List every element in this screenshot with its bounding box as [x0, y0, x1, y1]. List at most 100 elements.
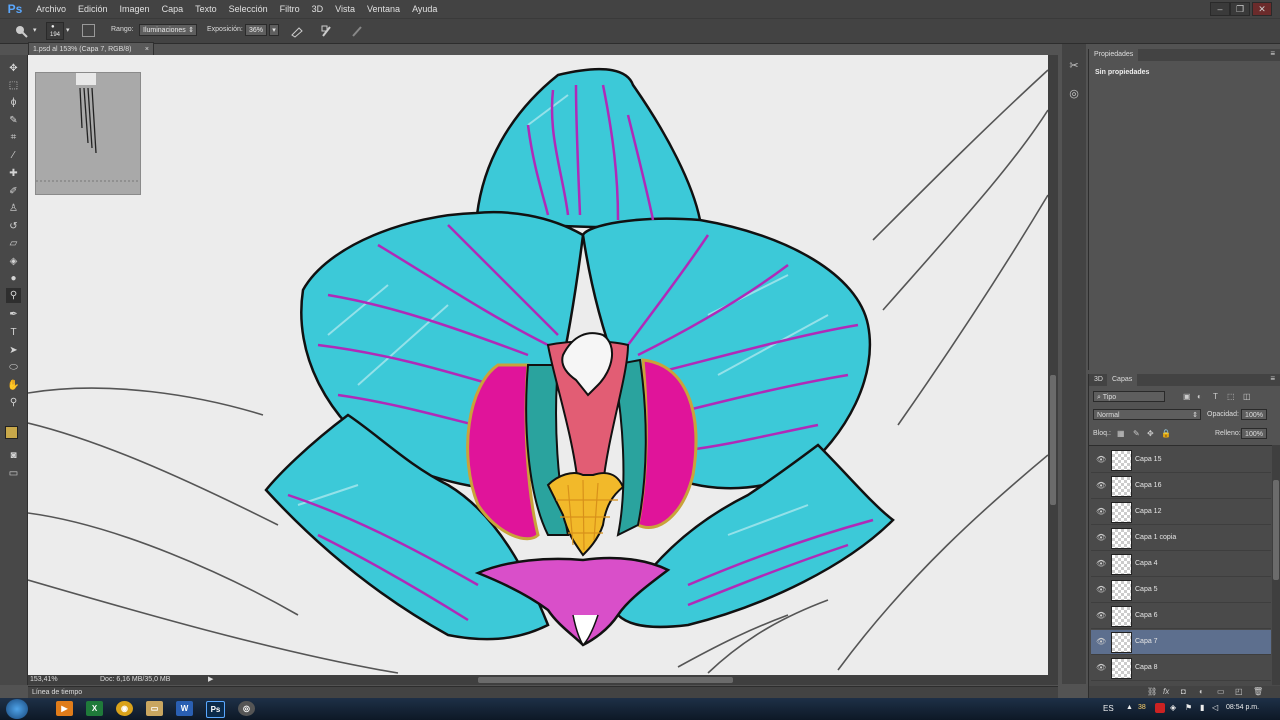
filter-adjustment-icon[interactable]: ◐ [1197, 392, 1202, 401]
tray-app-icon[interactable]: ◈ [1170, 703, 1176, 712]
document-tab[interactable]: 1.psd al 153% (Capa 7, RGB/8) × [28, 42, 154, 55]
layer-style-icon[interactable]: fx [1163, 687, 1169, 696]
tool-presets-icon[interactable]: ✂ [1065, 56, 1083, 74]
crop-tool-icon[interactable]: ⌗ [6, 130, 21, 145]
menu-ayuda[interactable]: Ayuda [406, 0, 443, 18]
menu-texto[interactable]: Texto [189, 0, 223, 18]
brush-tool-icon[interactable]: ✐ [6, 184, 21, 199]
menu-vista[interactable]: Vista [329, 0, 361, 18]
path-selection-tool-icon[interactable]: ➤ [6, 343, 21, 358]
history-brush-tool-icon[interactable]: ↺ [6, 219, 21, 234]
filter-type-icon[interactable]: T [1213, 392, 1218, 401]
lock-position-icon[interactable]: ✥ [1147, 429, 1154, 438]
brush-panel-toggle-icon[interactable] [82, 24, 95, 37]
range-select[interactable]: Iluminaciones ⇕ [139, 24, 197, 36]
pen-tool-icon[interactable]: ✒ [6, 307, 21, 322]
healing-brush-tool-icon[interactable]: ✚ [6, 166, 21, 181]
visibility-eye-icon[interactable]: 👁 [1096, 508, 1106, 516]
visibility-eye-icon[interactable]: 👁 [1096, 456, 1106, 464]
lock-transparent-icon[interactable]: ▦ [1117, 429, 1125, 438]
adjustment-layer-icon[interactable]: ◐ [1199, 687, 1204, 696]
chrome-icon[interactable]: ◉ [116, 701, 133, 716]
pressure-size-icon[interactable] [350, 24, 364, 38]
filter-pixel-icon[interactable]: ▣ [1183, 392, 1191, 401]
visibility-eye-icon[interactable]: 👁 [1096, 560, 1106, 568]
paint-bucket-tool-icon[interactable]: ◈ [6, 254, 21, 269]
filter-smart-object-icon[interactable]: ◫ [1243, 392, 1251, 401]
layer-filter-select[interactable]: ⌕ Tipo [1093, 391, 1165, 402]
move-tool-icon[interactable]: ✥ [6, 61, 21, 76]
lock-image-icon[interactable]: ✎ [1133, 429, 1140, 438]
zoom-tool-icon[interactable]: ⚲ [6, 395, 21, 410]
eyedropper-tool-icon[interactable]: ⁄ [6, 148, 21, 163]
media-player-icon[interactable]: ▶ [56, 701, 73, 716]
layers-scroll-thumb[interactable] [1273, 480, 1279, 580]
opacity-input[interactable]: 100% [1241, 409, 1267, 420]
link-layers-icon[interactable]: ⛓ [1147, 687, 1157, 696]
notification-arrow-icon[interactable]: ▲ [1126, 704, 1133, 711]
type-tool-icon[interactable]: T [6, 325, 21, 340]
layer-row[interactable]: 👁 Capa 12 [1091, 500, 1271, 525]
quick-mask-icon[interactable]: ◙ [6, 448, 21, 463]
add-mask-icon[interactable]: ◘ [1181, 687, 1186, 696]
menu-imagen[interactable]: Imagen [114, 0, 156, 18]
layers-scrollbar[interactable] [1272, 445, 1280, 685]
panel-menu-icon[interactable]: ≡ [1270, 49, 1275, 58]
vertical-scroll-thumb[interactable] [1050, 375, 1056, 505]
panel-menu-icon[interactable]: ≡ [1270, 374, 1275, 383]
minimize-button[interactable]: – [1210, 2, 1230, 16]
tab-capas[interactable]: Capas [1107, 374, 1138, 386]
layer-row[interactable]: 👁 Capa 6 [1091, 604, 1271, 629]
brush-dropdown-icon[interactable]: ▾ [66, 26, 70, 34]
word-icon[interactable]: W [176, 701, 193, 716]
filter-shape-icon[interactable]: ⬚ [1227, 392, 1235, 401]
zoom-level[interactable]: 153,41% [30, 676, 58, 683]
menu-filtro[interactable]: Filtro [274, 0, 306, 18]
airbrush-icon[interactable] [290, 24, 304, 38]
brush-preset-picker[interactable]: ● 194 [46, 22, 64, 40]
flag-icon[interactable]: ⚑ [1185, 703, 1192, 712]
close-button[interactable]: ✕ [1252, 2, 1272, 16]
timeline-panel-tab[interactable]: Línea de tiempo [28, 686, 1058, 698]
network-icon[interactable]: ▮ [1200, 703, 1204, 712]
layer-row[interactable]: 👁 Capa 15 [1091, 448, 1271, 473]
document-canvas[interactable] [28, 55, 1048, 675]
visibility-eye-icon[interactable]: 👁 [1096, 612, 1106, 620]
visibility-eye-icon[interactable]: 👁 [1096, 482, 1106, 490]
blur-tool-icon[interactable]: ● [6, 271, 21, 286]
new-group-icon[interactable]: ▭ [1217, 687, 1225, 696]
visibility-eye-icon[interactable]: 👁 [1096, 664, 1106, 672]
blend-mode-select[interactable]: Normal ⇕ [1093, 409, 1201, 420]
protect-tones-icon[interactable] [320, 24, 334, 38]
layer-row[interactable]: 👁 Capa 5 [1091, 578, 1271, 603]
dodge-tool-icon[interactable] [14, 24, 28, 38]
layer-row[interactable]: 👁 Capa 16 [1091, 474, 1271, 499]
tray-badge[interactable]: 38 [1138, 704, 1146, 711]
dodge-tool-icon[interactable]: ⚲ [6, 288, 21, 303]
menu-capa[interactable]: Capa [156, 0, 190, 18]
hand-tool-icon[interactable]: ✋ [6, 378, 21, 393]
explorer-folder-icon[interactable]: ▭ [146, 701, 163, 716]
restore-button[interactable]: ❐ [1230, 2, 1250, 16]
tool-preset-dropdown-icon[interactable]: ▾ [33, 26, 37, 34]
marquee-tool-icon[interactable]: ⬚ [6, 78, 21, 93]
excel-icon[interactable]: X [86, 701, 103, 716]
clone-source-icon[interactable]: ◎ [1065, 84, 1083, 102]
menu-3d[interactable]: 3D [306, 0, 330, 18]
exposure-input[interactable]: 36% [245, 24, 267, 36]
start-button[interactable] [6, 699, 28, 719]
app-taskbar-icon[interactable]: ◎ [238, 701, 255, 716]
tab-3d[interactable]: 3D [1089, 374, 1108, 386]
vertical-scrollbar[interactable] [1048, 55, 1058, 675]
trash-icon[interactable]: 🗑 [1253, 687, 1263, 696]
lasso-tool-icon[interactable]: ϕ [6, 95, 21, 110]
photoshop-taskbar-icon[interactable]: Ps [206, 701, 225, 718]
eraser-tool-icon[interactable]: ▱ [6, 236, 21, 251]
layer-row[interactable]: 👁 Capa 8 [1091, 656, 1271, 681]
fill-input[interactable]: 100% [1241, 428, 1267, 439]
clock[interactable]: 08:54 p.m. [1226, 704, 1259, 711]
visibility-eye-icon[interactable]: 👁 [1096, 586, 1106, 594]
visibility-eye-icon[interactable]: 👁 [1096, 638, 1106, 646]
volume-icon[interactable]: ◁ [1212, 703, 1218, 712]
foreground-color-swatch[interactable] [5, 426, 18, 439]
